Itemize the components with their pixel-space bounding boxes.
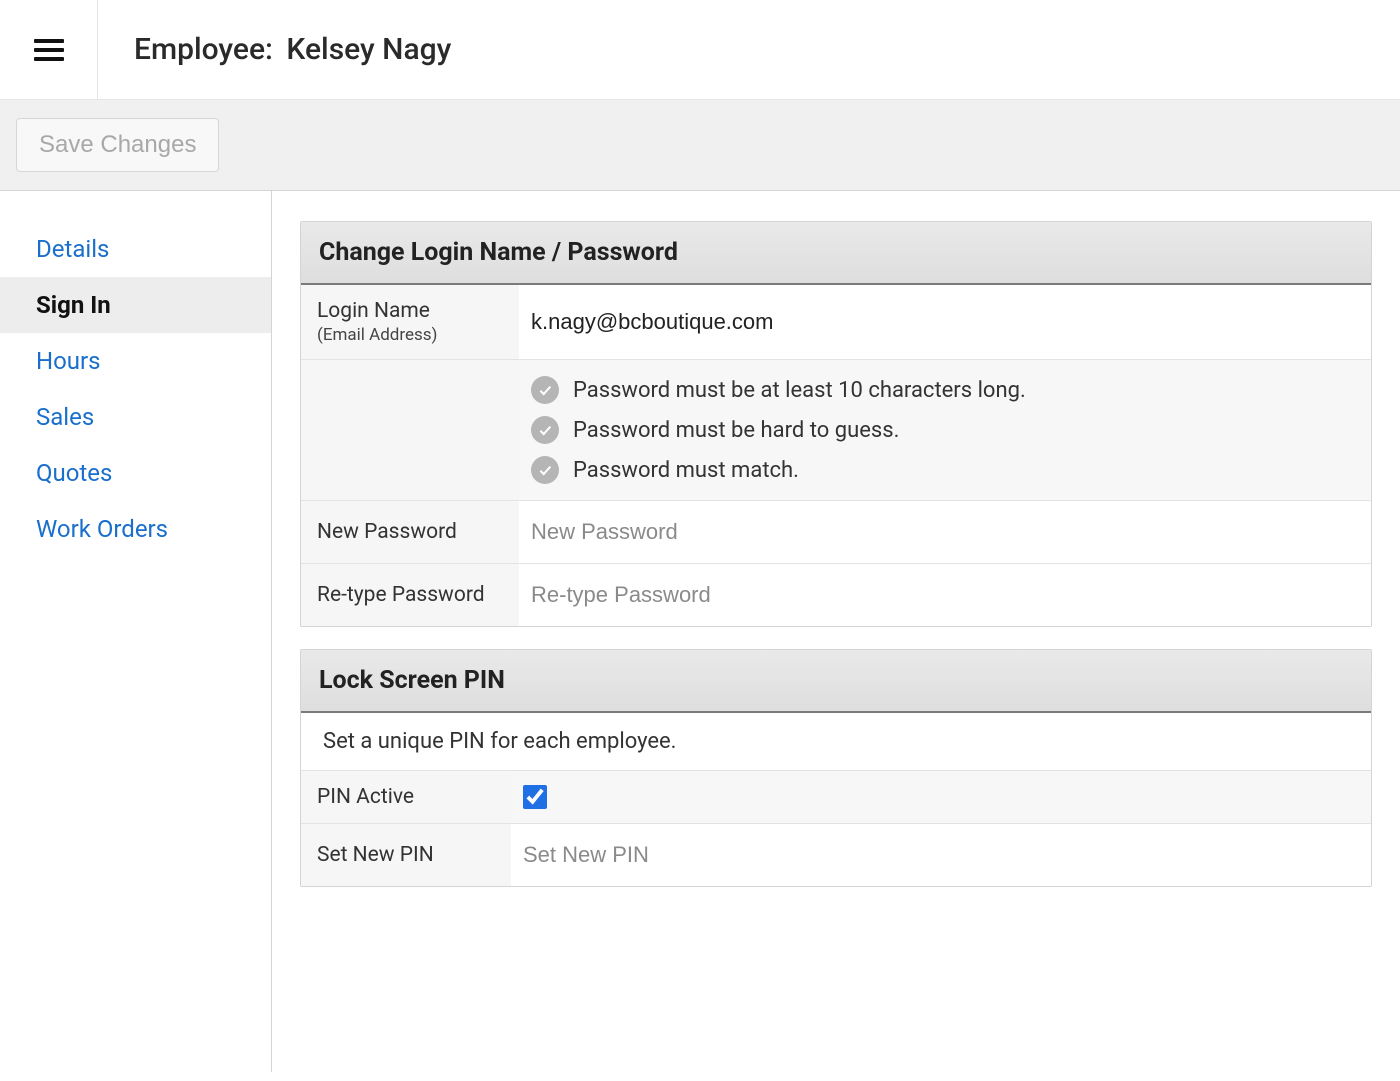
sidebar-item-label: Hours bbox=[36, 347, 101, 375]
login-name-row: Login Name (Email Address) bbox=[301, 285, 1371, 359]
new-password-input[interactable] bbox=[531, 511, 1359, 553]
hamburger-button[interactable] bbox=[0, 0, 98, 99]
password-rules-row: Password must be at least 10 characters … bbox=[301, 359, 1371, 500]
login-name-label: Login Name (Email Address) bbox=[301, 285, 519, 359]
login-name-label-text: Login Name bbox=[317, 299, 507, 323]
retype-password-input[interactable] bbox=[531, 574, 1359, 616]
password-rule-text: Password must be hard to guess. bbox=[573, 418, 899, 443]
set-pin-input[interactable] bbox=[523, 834, 1359, 876]
password-rules-cell: Password must be at least 10 characters … bbox=[519, 360, 1371, 500]
pin-active-cell bbox=[511, 771, 1371, 823]
pin-active-row: PIN Active bbox=[301, 770, 1371, 823]
page-title: Employee: Kelsey Nagy bbox=[98, 32, 451, 67]
lock-screen-pin-header: Lock Screen PIN bbox=[301, 650, 1371, 713]
lock-screen-pin-panel: Lock Screen PIN Set a unique PIN for eac… bbox=[300, 649, 1372, 887]
password-rule: Password must be at least 10 characters … bbox=[531, 376, 1026, 404]
page-title-employee-name: Kelsey Nagy bbox=[280, 32, 451, 67]
set-pin-cell bbox=[511, 824, 1371, 886]
pin-description: Set a unique PIN for each employee. bbox=[301, 713, 1371, 770]
sidebar-item-label: Details bbox=[36, 235, 109, 263]
sidebar-item-sales[interactable]: Sales bbox=[0, 389, 271, 445]
page-title-label: Employee: bbox=[134, 32, 273, 67]
sidebar-item-details[interactable]: Details bbox=[0, 221, 271, 277]
sidebar-item-quotes[interactable]: Quotes bbox=[0, 445, 271, 501]
top-bar: Employee: Kelsey Nagy bbox=[0, 0, 1400, 100]
password-rule-text: Password must match. bbox=[573, 458, 799, 483]
login-name-value-cell bbox=[519, 285, 1371, 359]
change-login-panel-header: Change Login Name / Password bbox=[301, 222, 1371, 285]
password-rule: Password must be hard to guess. bbox=[531, 416, 1026, 444]
password-rules-label-cell bbox=[301, 360, 519, 500]
retype-password-cell bbox=[519, 564, 1371, 626]
sidebar-item-label: Sales bbox=[36, 403, 94, 431]
sidebar-item-label: Sign In bbox=[36, 291, 111, 319]
sidebar-item-sign-in[interactable]: Sign In bbox=[0, 277, 271, 333]
new-password-row: New Password bbox=[301, 500, 1371, 563]
password-rules-list: Password must be at least 10 characters … bbox=[531, 370, 1026, 490]
sidebar: Details Sign In Hours Sales Quotes Work … bbox=[0, 191, 272, 1072]
retype-password-label: Re-type Password bbox=[301, 564, 519, 626]
set-pin-row: Set New PIN bbox=[301, 823, 1371, 886]
login-name-input[interactable] bbox=[531, 301, 1359, 343]
set-pin-label: Set New PIN bbox=[301, 824, 511, 886]
save-changes-button[interactable]: Save Changes bbox=[16, 118, 219, 172]
password-rule-text: Password must be at least 10 characters … bbox=[573, 378, 1026, 403]
password-rule: Password must match. bbox=[531, 456, 1026, 484]
sidebar-item-label: Work Orders bbox=[36, 515, 168, 543]
sidebar-item-label: Quotes bbox=[36, 459, 112, 487]
main-content: Change Login Name / Password Login Name … bbox=[272, 191, 1400, 1072]
check-icon bbox=[531, 456, 559, 484]
retype-password-row: Re-type Password bbox=[301, 563, 1371, 626]
login-name-sublabel: (Email Address) bbox=[317, 323, 507, 345]
sidebar-item-hours[interactable]: Hours bbox=[0, 333, 271, 389]
change-login-panel: Change Login Name / Password Login Name … bbox=[300, 221, 1372, 627]
hamburger-icon bbox=[34, 39, 64, 61]
new-password-label: New Password bbox=[301, 501, 519, 563]
sidebar-item-work-orders[interactable]: Work Orders bbox=[0, 501, 271, 557]
check-icon bbox=[531, 416, 559, 444]
pin-active-label: PIN Active bbox=[301, 771, 511, 823]
check-icon bbox=[531, 376, 559, 404]
new-password-cell bbox=[519, 501, 1371, 563]
pin-active-checkbox[interactable] bbox=[523, 785, 547, 809]
toolbar: Save Changes bbox=[0, 100, 1400, 191]
